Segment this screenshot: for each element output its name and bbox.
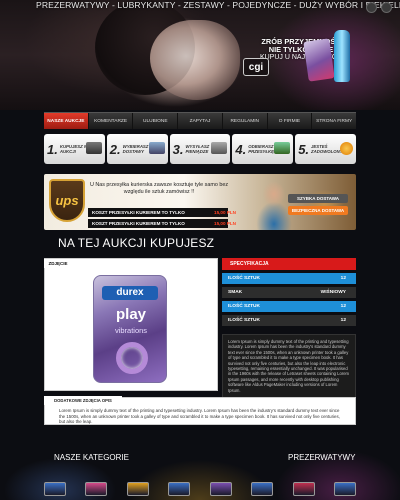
header-icons — [366, 2, 392, 13]
category-thumbnail[interactable] — [209, 482, 232, 496]
category-thumbnail[interactable] — [44, 482, 66, 496]
fast-delivery-badge: SZYBKA DOSTAWA — [288, 194, 348, 203]
lubricant-bottle-image — [334, 30, 350, 82]
shipping-cost-label: KOSZT PRZESYŁKI KURIEREM TO TYLKO — [92, 221, 185, 226]
header-banner: PREZERWATYWY - LUBRYKANTY - ZESTAWY - PO… — [0, 0, 400, 110]
category-thumbnail[interactable] — [333, 482, 356, 496]
model-face-image — [150, 20, 240, 100]
product-photo-panel: durex play vibrations — [44, 258, 218, 391]
main-nav: NASZE AUKCJE KOMENTARZE ULUBIONE ZAPYTAJ REG… — [44, 112, 356, 129]
spec-value: 12 — [340, 276, 346, 281]
nav-tab[interactable]: ULUBIONE — [133, 113, 179, 129]
step-number: 2. — [109, 141, 121, 157]
promo-line2: KUPUJ U NAJLEPSZYCH — [259, 54, 343, 61]
header-tagline: PREZERWATYWY - LUBRYKANTY - ZESTAWY - PO… — [36, 0, 400, 10]
spec-row: SMAK WIŚNIOWY — [222, 287, 356, 298]
spec-label: ILOŚĆ SZTUK — [228, 318, 260, 323]
shipping-cost-price: 15,00 PLN — [214, 221, 236, 226]
step-number: 1. — [47, 141, 58, 157]
category-thumbnail[interactable] — [126, 482, 149, 496]
step-card: 3. WYSYŁASZ PIENIĄDZE — [169, 134, 231, 164]
pack-subtitle: vibrations — [114, 326, 148, 335]
condom-box-image — [303, 38, 335, 82]
spec-label: ILOŚĆ SZTUK — [228, 304, 260, 309]
spec-row: ILOŚĆ SZTUK 12 — [222, 301, 356, 312]
social-icon[interactable] — [381, 2, 392, 13]
safe-delivery-badge: BEZPIECZNA DOSTAWA — [288, 206, 348, 215]
spec-row: ILOŚĆ SZTUK 12 — [222, 315, 356, 326]
shipping-cost-price: 15,00 PLN — [214, 210, 236, 215]
extra-description-text: Lorem Ipsum is simply dummy text of the … — [59, 408, 340, 425]
shipping-cost-row: KOSZT PRZESYŁKI KURIEREM TO TYLKO 15,00 … — [88, 208, 236, 217]
shipping-cost-label: KOSZT PRZESYŁKI KURIEREM TO TYLKO — [92, 210, 185, 215]
auction-title: NA TEJ AUKCJI KUPUJESZ — [58, 236, 215, 250]
category-thumbnail[interactable] — [292, 482, 315, 496]
nav-tab[interactable]: O FIRMIE — [268, 113, 313, 129]
category-thumbnail[interactable] — [251, 482, 274, 496]
vibrating-ring-image — [116, 342, 148, 374]
spec-value: WIŚNIOWY — [320, 290, 346, 295]
step-card: 5. JESTEŚ ZADOWOLONY — [295, 134, 356, 164]
categories-title: NASZE KATEGORIE — [54, 453, 129, 462]
shipping-cost-row: KOSZT PRZESYŁKI KURIEREM TO TYLKO 15,00 … — [88, 219, 236, 228]
shipping-info-text: U Nas przesyłka kurierska zawsze kosztuj… — [89, 182, 229, 195]
nav-tab[interactable]: ZAPYTAJ — [178, 113, 223, 129]
step-number: 3. — [172, 141, 184, 157]
category-thumbnails — [44, 482, 356, 496]
spec-row: ILOŚĆ SZTUK 12 — [222, 273, 356, 284]
pack-name: play — [115, 306, 146, 323]
spec-value: 12 — [340, 318, 346, 323]
product-photo-label: ZDJĘCIE — [44, 259, 72, 268]
step-icon — [274, 142, 291, 154]
specification-title: SPECYFIKACJA — [222, 258, 356, 270]
condoms-title: PREZERWATYWY — [288, 453, 356, 462]
brand-logo: cgi — [243, 58, 269, 76]
promo-line1: ZRÓB PRZYJEMNOŚĆ NIE TYLKO SOBIE — [261, 37, 341, 54]
spec-value: 12 — [340, 304, 346, 309]
product-package-image[interactable]: durex play vibrations — [93, 275, 167, 383]
ups-logo: ups — [49, 179, 85, 222]
nav-tab[interactable]: NASZE AUKCJE — [44, 113, 89, 129]
step-icon — [85, 142, 102, 154]
social-icon[interactable] — [366, 2, 377, 13]
step-card: 1. KUPUJESZ NA AUKCJI — [44, 134, 105, 164]
pack-brand: durex — [102, 286, 158, 300]
category-thumbnail[interactable] — [85, 482, 108, 496]
purchase-steps: 1. KUPUJESZ NA AUKCJI 2. WYBIERASZ OPCJĘ DO… — [44, 134, 356, 164]
product-description: Lorem Ipsum is simply dummy text of the … — [222, 334, 356, 400]
step-card: 4. ODBIERASZ PRZESYŁKĘ — [232, 134, 294, 164]
step-icon — [339, 142, 353, 155]
step-number: 5. — [298, 141, 310, 157]
nav-tab[interactable]: KOMENTARZE — [89, 113, 134, 129]
step-icon — [148, 142, 165, 154]
category-thumbnail[interactable] — [168, 482, 191, 496]
spec-label: ILOŚĆ SZTUK — [228, 276, 260, 281]
spec-label: SMAK — [228, 290, 243, 295]
specification-panel: SPECYFIKACJA ILOŚĆ SZTUK 12 SMAK WIŚNIOWY IL… — [222, 258, 356, 400]
step-card: 2. WYBIERASZ OPCJĘ DOSTAWY — [106, 134, 168, 164]
nav-tab[interactable]: STRONA FIRMY — [312, 113, 356, 129]
step-icon — [211, 142, 228, 154]
step-number: 4. — [235, 141, 247, 157]
nav-tab[interactable]: REGULAMIN — [223, 113, 268, 129]
extra-description-title: DODATKOWE ZDJĘCIA OPIS — [44, 396, 122, 405]
promo-text: ZRÓB PRZYJEMNOŚĆ NIE TYLKO SOBIE KUPUJ U… — [256, 38, 346, 62]
